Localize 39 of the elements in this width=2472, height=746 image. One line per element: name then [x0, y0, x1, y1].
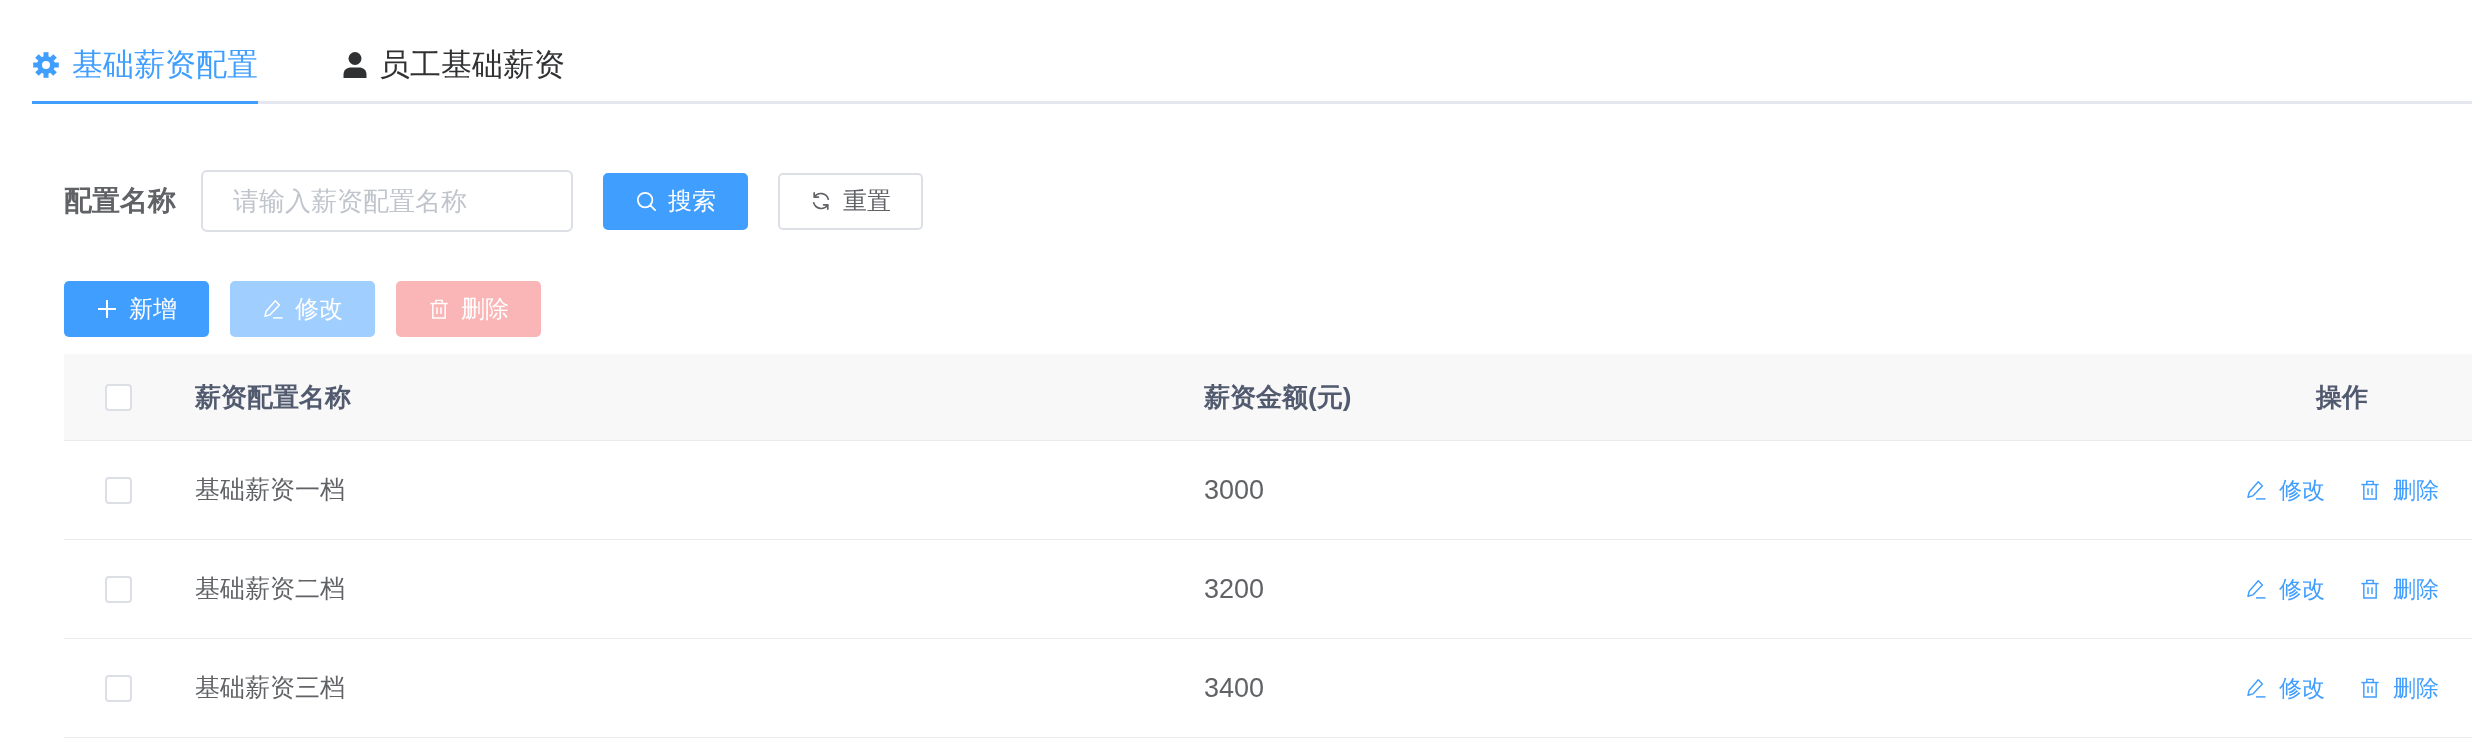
table-cell-text: 基础薪资二档	[195, 573, 345, 605]
trash-icon	[428, 299, 449, 319]
select-all-checkbox[interactable]	[105, 383, 132, 411]
table-cell-text: 3000	[1204, 473, 1265, 507]
table-cell-text: 3200	[1204, 572, 1265, 606]
pencil-icon	[262, 299, 283, 319]
search-button[interactable]: 搜索	[603, 172, 748, 230]
tab[interactable]: 员工基础薪资	[343, 29, 565, 104]
column-header: 薪资金额(元)	[1204, 380, 1352, 414]
delete-link[interactable]: 删除	[2359, 670, 2439, 706]
edit-link[interactable]: 修改	[2245, 670, 2325, 706]
plus-icon	[96, 299, 117, 319]
delete-link[interactable]: 删除	[2359, 571, 2439, 607]
tab[interactable]: 基础薪资配置	[32, 29, 258, 104]
row-checkbox[interactable]	[105, 476, 132, 504]
trash-icon	[2359, 579, 2380, 599]
trash-icon	[2359, 480, 2380, 500]
search-icon	[635, 191, 656, 211]
pencil-icon	[2245, 480, 2266, 500]
reset-button[interactable]: 重置	[778, 172, 923, 230]
edit-link[interactable]: 修改	[2245, 571, 2325, 607]
column-header: 操作	[2316, 380, 2368, 414]
trash-icon	[2359, 678, 2380, 698]
pencil-icon	[2245, 678, 2266, 698]
gear-icon	[32, 51, 60, 79]
add-button[interactable]: 新增	[64, 281, 209, 337]
edit-link[interactable]: 修改	[2245, 472, 2325, 508]
user-icon	[343, 52, 367, 78]
table-cell-text: 基础薪资一档	[195, 474, 345, 506]
delete-link[interactable]: 删除	[2359, 472, 2439, 508]
refresh-icon	[810, 191, 831, 211]
search-field[interactable]: 请输入薪资配置名称	[201, 170, 573, 232]
row-checkbox[interactable]	[105, 674, 132, 702]
row-checkbox[interactable]	[105, 575, 132, 603]
column-header: 薪资配置名称	[195, 380, 351, 414]
pencil-icon	[2245, 579, 2266, 599]
field-label: 配置名称	[64, 184, 176, 218]
table-cell-text: 基础薪资三档	[195, 672, 345, 704]
table-cell-text: 3400	[1204, 671, 1265, 705]
